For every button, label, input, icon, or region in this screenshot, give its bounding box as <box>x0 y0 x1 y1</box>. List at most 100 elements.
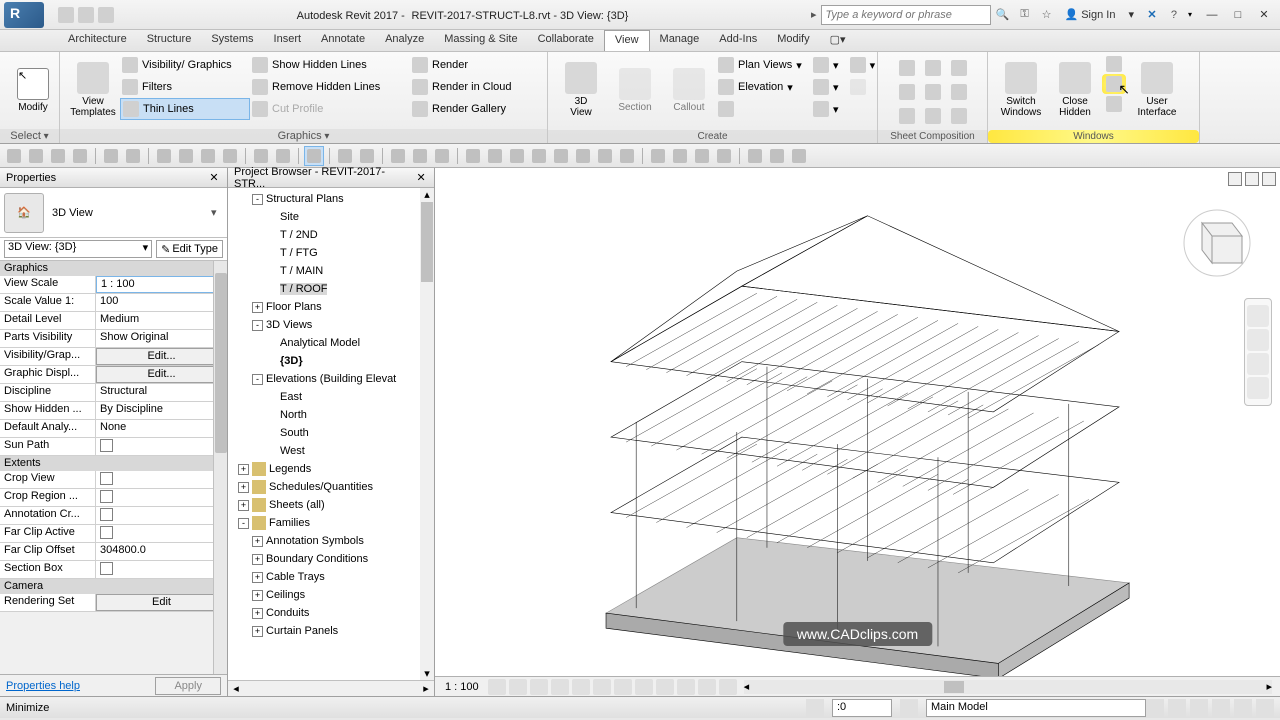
status-zero-field[interactable]: :0 <box>832 699 892 717</box>
tree-item[interactable]: T / MAIN <box>230 262 432 280</box>
tb-split-icon[interactable] <box>410 146 430 166</box>
tab-structure[interactable]: Structure <box>137 30 202 51</box>
expand-icon[interactable]: + <box>252 590 263 601</box>
tab-massing[interactable]: Massing & Site <box>434 30 527 51</box>
sheet-btn-8[interactable] <box>921 106 945 126</box>
tab-collaborate[interactable]: Collaborate <box>528 30 604 51</box>
infocenter-search-input[interactable] <box>821 5 991 25</box>
viewcube[interactable] <box>1182 208 1252 278</box>
expand-icon[interactable]: + <box>252 554 263 565</box>
property-checkbox[interactable] <box>96 489 227 506</box>
tb-angular-icon[interactable] <box>198 146 218 166</box>
tb-new-icon[interactable] <box>4 146 24 166</box>
create-btn-b[interactable]: ▾ <box>811 76 867 98</box>
viewport[interactable]: www.CADclips.com <box>435 168 1280 676</box>
tree-item[interactable]: +Ceilings <box>230 586 432 604</box>
instance-select[interactable]: 3D View: {3D} ▾ <box>4 240 152 258</box>
property-checkbox[interactable] <box>96 438 227 455</box>
view-scale[interactable]: 1 : 100 <box>439 681 485 693</box>
tb-redo-icon[interactable] <box>123 146 143 166</box>
browser-hscrollbar[interactable]: ◂ ▸ <box>228 680 434 696</box>
expand-icon[interactable]: + <box>252 536 263 547</box>
tab-modify[interactable]: Modify <box>767 30 819 51</box>
vc-visual-icon[interactable] <box>509 679 527 695</box>
tb-copy-icon[interactable] <box>714 146 734 166</box>
tree-item[interactable]: -Families <box>230 514 432 532</box>
tb-open-icon[interactable] <box>26 146 46 166</box>
pan-icon[interactable] <box>1247 329 1269 351</box>
scroll-right-icon[interactable]: ▸ <box>418 681 434 696</box>
vc-reveal-icon[interactable] <box>677 679 695 695</box>
tb-trim-icon[interactable] <box>432 146 452 166</box>
tb-text-icon[interactable] <box>220 146 240 166</box>
tree-item[interactable]: +Sheets (all) <box>230 496 432 514</box>
tree-item[interactable]: West <box>230 442 432 460</box>
editable-icon[interactable] <box>900 699 918 717</box>
section-button[interactable]: Section <box>608 54 662 126</box>
vc-crop-icon[interactable] <box>593 679 611 695</box>
orbit-icon[interactable] <box>1247 377 1269 399</box>
tile-button[interactable] <box>1102 54 1126 74</box>
tree-item[interactable]: +Annotation Symbols <box>230 532 432 550</box>
tb-measure-icon[interactable] <box>154 146 174 166</box>
tree-item[interactable]: South <box>230 424 432 442</box>
collapse-icon[interactable]: - <box>238 518 249 529</box>
group-extents[interactable]: Extents⌵ <box>0 456 227 471</box>
tree-item[interactable]: -Structural Plans <box>230 190 432 208</box>
create-btn-c[interactable]: ▾ <box>811 98 867 120</box>
key-icon[interactable]: ⚿ <box>1017 7 1033 23</box>
select-underlay-icon[interactable] <box>1168 699 1186 717</box>
property-checkbox[interactable] <box>96 507 227 524</box>
vc-temp-icon[interactable] <box>656 679 674 695</box>
maximize-button[interactable]: □ <box>1226 5 1250 25</box>
collapse-icon[interactable]: - <box>252 374 263 385</box>
infocenter-arrow-icon[interactable]: ▸ <box>811 8 817 21</box>
tb-thinlines-icon[interactable] <box>304 146 324 166</box>
app-icon[interactable] <box>4 2 44 28</box>
tb-sync-icon[interactable] <box>70 146 90 166</box>
qat-open-icon[interactable] <box>58 7 74 23</box>
tb-arc-icon[interactable] <box>767 146 787 166</box>
property-value[interactable]: Medium <box>96 312 227 329</box>
property-checkbox[interactable] <box>96 525 227 542</box>
sheet-btn-9[interactable] <box>947 106 971 126</box>
tree-item[interactable]: East <box>230 388 432 406</box>
tb-tag-icon[interactable] <box>617 146 637 166</box>
render-button[interactable]: Render <box>410 54 530 76</box>
tb-level-icon[interactable] <box>551 146 571 166</box>
tb-section-icon[interactable] <box>273 146 293 166</box>
tree-item[interactable]: T / 2ND <box>230 226 432 244</box>
tree-item[interactable]: North <box>230 406 432 424</box>
vc-constraints-icon[interactable] <box>719 679 737 695</box>
tb-dim-icon[interactable] <box>595 146 615 166</box>
tb-switch-icon[interactable] <box>357 146 377 166</box>
select-face-icon[interactable] <box>1212 699 1230 717</box>
collapse-icon[interactable]: - <box>252 320 263 331</box>
tree-item[interactable]: T / FTG <box>230 244 432 262</box>
cut-profile-button[interactable]: Cut Profile <box>250 98 410 120</box>
vc-lock-icon[interactable] <box>635 679 653 695</box>
tb-col-icon[interactable] <box>463 146 483 166</box>
filter-status-icon[interactable] <box>1256 699 1274 717</box>
qat-undo-icon[interactable] <box>98 7 114 23</box>
remove-hidden-lines-button[interactable]: Remove Hidden Lines <box>250 76 410 98</box>
modify-button[interactable]: ↖ Modify <box>6 54 60 126</box>
tab-addins[interactable]: Add-Ins <box>709 30 767 51</box>
property-edit-button[interactable]: Edit... <box>96 366 227 383</box>
tree-item[interactable]: Analytical Model <box>230 334 432 352</box>
tree-item[interactable]: {3D} <box>230 352 432 370</box>
tb-rotate-icon[interactable] <box>670 146 690 166</box>
tree-item[interactable]: +Boundary Conditions <box>230 550 432 568</box>
edit-type-button[interactable]: ✎Edit Type <box>156 240 223 258</box>
visibility-graphics-button[interactable]: Visibility/ Graphics <box>120 54 250 76</box>
type-selector[interactable]: 🏠 3D View ▾ <box>0 188 227 238</box>
sheet-btn-4[interactable] <box>895 82 919 102</box>
tree-item[interactable]: +Floor Plans <box>230 298 432 316</box>
help-icon[interactable]: ? <box>1166 7 1182 23</box>
property-value[interactable]: 304800.0 <box>96 543 227 560</box>
property-value[interactable]: None <box>96 420 227 437</box>
sheet-btn-7[interactable] <box>895 106 919 126</box>
ribbon-expand-icon[interactable]: ▢▾ <box>820 30 856 51</box>
tree-item[interactable]: +Conduits <box>230 604 432 622</box>
vc-sun-icon[interactable] <box>530 679 548 695</box>
